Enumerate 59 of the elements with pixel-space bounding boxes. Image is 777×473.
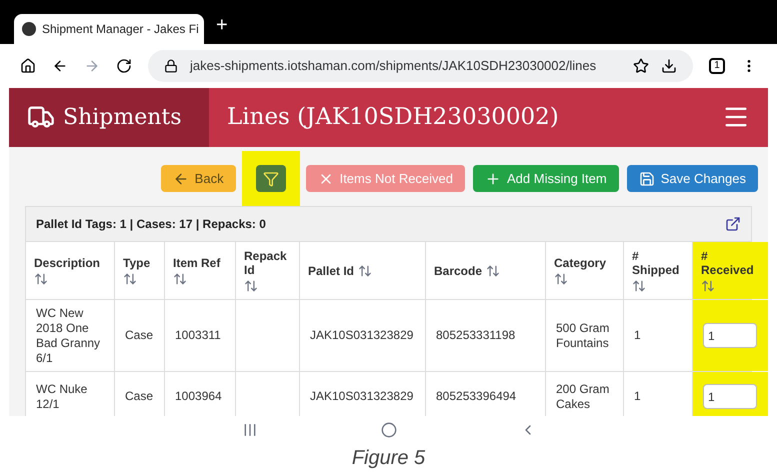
figure-caption: Figure 5 (352, 446, 426, 471)
save-icon (638, 170, 655, 187)
filter-icon (262, 170, 279, 187)
table-cell: 1 (634, 328, 641, 344)
url-text: jakes-shipments.iotshaman.com/shipments/JAK10SDH23030002/lines (190, 56, 596, 75)
summary-text: Pallet Id Tags: 1 | Cases: 17 | Repacks: 0 (36, 216, 266, 234)
table-cell: Case (125, 389, 154, 404)
new-tab-button[interactable]: + (216, 10, 228, 40)
sort-icon[interactable] (486, 264, 500, 278)
tab-count[interactable]: 1 (709, 58, 725, 74)
table-cell-text: 200 Gram Cakes (556, 382, 610, 412)
column-header[interactable]: Repack Id (236, 242, 300, 300)
table-cell-text: WC New 2018 One Bad Granny 6/1 (36, 306, 102, 366)
sort-icon[interactable] (358, 264, 372, 278)
address-bar[interactable]: jakes-shipments.iotshaman.com/shipments/JAK10SDH23030002/lines (148, 50, 693, 82)
table-cell: 1003311 (175, 328, 221, 344)
browser-tab[interactable]: Shipment Manager - Jakes Fi (14, 14, 204, 44)
page-title: Lines (JAK10SDH23030002) (227, 103, 559, 132)
column-header[interactable]: # Received (693, 242, 768, 300)
download-icon[interactable] (661, 58, 677, 74)
save-button[interactable]: Save Changes (626, 165, 758, 192)
home-button-icon[interactable] (380, 422, 396, 438)
filter-button[interactable] (256, 165, 286, 192)
column-header[interactable]: Item Ref (165, 242, 236, 300)
brand-title[interactable]: Shipments (63, 100, 182, 134)
back-icon[interactable] (52, 58, 68, 74)
column-header[interactable]: Barcode (426, 242, 546, 300)
back-button[interactable]: Back (160, 165, 236, 192)
external-link-icon[interactable] (725, 216, 741, 232)
table-cell-text: 500 Gram Fountains (556, 320, 610, 351)
lock-icon (164, 58, 178, 73)
reload-icon[interactable] (116, 58, 132, 74)
table-cell: JAK10S031323829 (310, 389, 414, 404)
column-header[interactable]: Pallet Id (300, 242, 426, 300)
sort-icon[interactable] (123, 272, 137, 286)
table-cell-text: WC Nuke 12/1 (36, 382, 88, 412)
recent-apps-icon[interactable] (242, 422, 258, 438)
sort-icon[interactable] (244, 278, 258, 293)
sort-icon[interactable] (632, 278, 646, 293)
sort-icon[interactable] (173, 272, 187, 286)
app-logo-icon (22, 22, 36, 36)
table-cell: JAK10S031323829 (310, 328, 414, 344)
column-header[interactable]: Category (546, 242, 624, 300)
table-cell: Case (125, 328, 154, 344)
table-cell: 1 (634, 389, 641, 404)
star-icon[interactable] (633, 58, 649, 74)
column-header[interactable]: Description (26, 242, 115, 300)
home-icon[interactable] (20, 58, 36, 74)
table-cell: 805253396494 (436, 389, 516, 404)
forward-icon[interactable] (84, 58, 100, 74)
table-cell: 805253331198 (436, 328, 516, 344)
tab-title: Shipment Manager - Jakes Fi (42, 20, 199, 38)
sort-icon[interactable] (34, 272, 48, 286)
received-input[interactable]: 1 (703, 323, 757, 348)
table-cell: 1003964 (175, 389, 222, 404)
column-header[interactable]: Type (115, 242, 165, 300)
sort-icon[interactable] (701, 278, 715, 293)
sort-icon[interactable] (554, 272, 568, 286)
received-input[interactable]: 1 (703, 384, 757, 410)
